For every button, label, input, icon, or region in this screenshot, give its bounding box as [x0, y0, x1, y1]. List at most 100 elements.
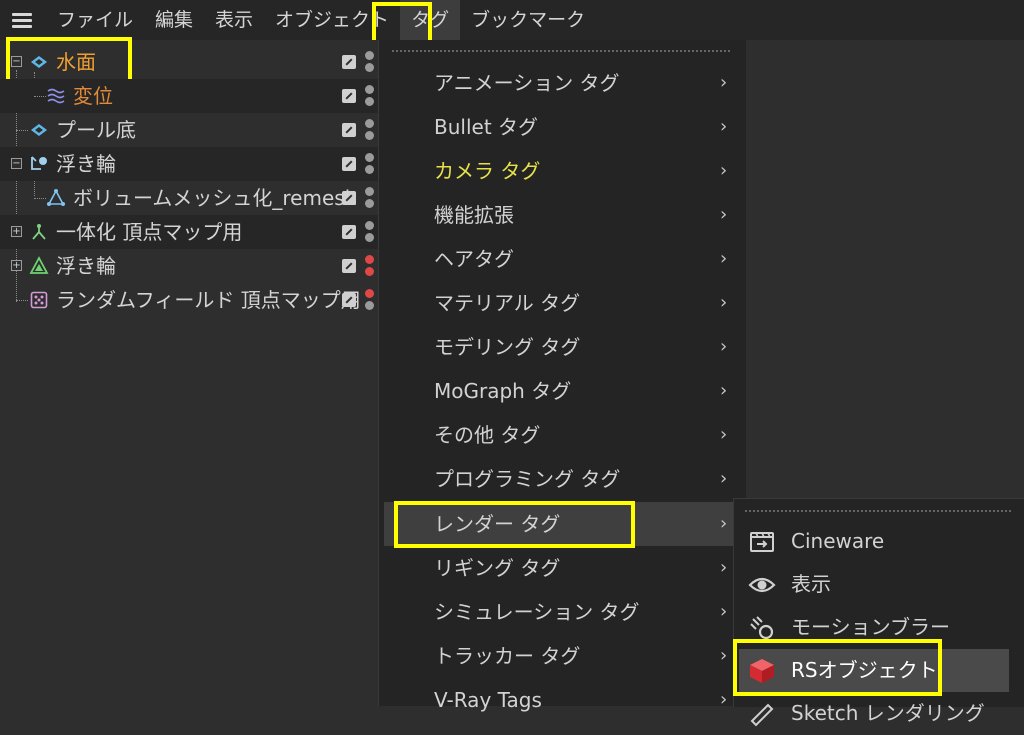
- edit-toggle-icon[interactable]: [342, 293, 356, 307]
- tree-row-float-ring[interactable]: + 浮き輪: [0, 249, 378, 283]
- tree-row-label: ボリュームメッシュ化_remesh: [73, 186, 358, 210]
- menu-file[interactable]: ファイル: [46, 0, 144, 40]
- menu-item-material-tags[interactable]: マテリアル タグ ›: [379, 281, 746, 325]
- redshift-cube-icon: [750, 659, 774, 683]
- menu-tearoff-strip[interactable]: [391, 49, 731, 53]
- menu-tags[interactable]: タグ: [400, 0, 461, 40]
- menu-item-label: マテリアル タグ: [434, 291, 581, 315]
- submenu-item-rs-object[interactable]: RSオブジェクト: [739, 649, 1009, 692]
- menu-item-bullet-tags[interactable]: Bullet タグ ›: [379, 105, 746, 149]
- menu-item-extensions[interactable]: 機能拡張 ›: [379, 193, 746, 237]
- collapse-toggle[interactable]: −: [11, 56, 22, 67]
- render-visibility-dot[interactable]: [365, 63, 374, 72]
- menu-item-label: その他 タグ: [434, 423, 541, 447]
- submenu-item-label: RSオブジェクト: [791, 658, 938, 682]
- menu-item-simulation-tags[interactable]: シミュレーション タグ ›: [379, 590, 746, 634]
- editor-visibility-dot[interactable]: [365, 119, 374, 128]
- editor-visibility-dot[interactable]: [365, 51, 374, 60]
- editor-visibility-dot[interactable]: [365, 255, 374, 264]
- menu-edit[interactable]: 編集: [144, 0, 204, 40]
- menu-object[interactable]: オブジェクト: [264, 0, 400, 40]
- menu-item-label: プログラミング タグ: [434, 467, 621, 491]
- menu-item-label: V-Ray Tags: [434, 688, 542, 712]
- render-visibility-dot[interactable]: [365, 233, 374, 242]
- chevron-right-icon: ›: [720, 645, 728, 666]
- submenu-item-label: Sketch レンダリング: [791, 701, 985, 725]
- menu-item-rigging-tags[interactable]: リギング タグ ›: [379, 546, 746, 590]
- expand-toggle[interactable]: +: [11, 260, 22, 271]
- submenu-item-display[interactable]: 表示: [734, 563, 1024, 606]
- editor-visibility-dot[interactable]: [365, 187, 374, 196]
- cineware-icon: [750, 532, 774, 552]
- chevron-right-icon: ›: [720, 513, 728, 534]
- menu-view[interactable]: 表示: [204, 0, 264, 40]
- tree-row-displacer[interactable]: 変位: [0, 79, 378, 113]
- tree-line: [16, 130, 28, 131]
- menu-item-other-tags[interactable]: その他 タグ ›: [379, 413, 746, 457]
- sketch-render-icon: [750, 703, 774, 727]
- menu-item-programming-tags[interactable]: プログラミング タグ ›: [379, 457, 746, 501]
- tree-row-water-surface[interactable]: − 水面: [0, 45, 378, 79]
- render-visibility-dot[interactable]: [365, 131, 374, 140]
- tree-row-connect-vertex-map[interactable]: + 一体化 頂点マップ用: [0, 215, 378, 249]
- chevron-right-icon: ›: [720, 116, 728, 137]
- render-visibility-dot[interactable]: [365, 301, 374, 310]
- menu-tearoff-strip[interactable]: [744, 509, 1012, 513]
- menu-item-label: シミュレーション タグ: [434, 600, 640, 624]
- editor-visibility-dot[interactable]: [365, 85, 374, 94]
- menu-item-animation-tags[interactable]: アニメーション タグ ›: [379, 61, 746, 105]
- submenu-item-cineware[interactable]: Cineware: [734, 520, 1024, 563]
- editor-visibility-dot[interactable]: [365, 221, 374, 230]
- tree-row-random-field[interactable]: ランダムフィールド 頂点マップ用: [0, 283, 378, 317]
- expand-toggle[interactable]: +: [11, 226, 22, 237]
- edit-toggle-icon[interactable]: [342, 157, 356, 171]
- menu-item-label: リギング タグ: [434, 556, 561, 580]
- editor-visibility-dot[interactable]: [365, 289, 374, 298]
- menu-item-vray-tags[interactable]: V-Ray Tags ›: [379, 678, 746, 722]
- chevron-right-icon: ›: [720, 468, 728, 489]
- submenu-item-motion-blur[interactable]: モーションブラー: [734, 606, 1024, 649]
- menu-item-label: ヘアタグ: [434, 247, 514, 271]
- hamburger-menu-icon[interactable]: [12, 13, 32, 28]
- chevron-right-icon: ›: [720, 160, 728, 181]
- render-visibility-dot[interactable]: [365, 199, 374, 208]
- chevron-right-icon: ›: [720, 72, 728, 93]
- collapse-toggle[interactable]: −: [11, 158, 22, 169]
- submenu-item-sketch-render[interactable]: Sketch レンダリング: [734, 692, 1024, 735]
- edit-toggle-icon[interactable]: [342, 89, 356, 103]
- volume-builder-icon: [31, 156, 47, 170]
- menu-item-modeling-tags[interactable]: モデリング タグ ›: [379, 325, 746, 369]
- connect-object-icon: [32, 224, 46, 240]
- chevron-right-icon: ›: [720, 292, 728, 313]
- tree-row-label: ランダムフィールド 頂点マップ用: [56, 288, 361, 312]
- triangle-generator-icon: [29, 256, 49, 274]
- edit-toggle-icon[interactable]: [342, 123, 356, 137]
- submenu-item-label: 表示: [791, 572, 831, 596]
- menu-item-tracker-tags[interactable]: トラッカー タグ ›: [379, 634, 746, 678]
- edit-toggle-icon[interactable]: [342, 55, 356, 69]
- render-visibility-dot[interactable]: [365, 267, 374, 276]
- menu-item-camera-tags[interactable]: カメラ タグ ›: [379, 149, 746, 193]
- tags-dropdown-menu: アニメーション タグ › Bullet タグ › カメラ タグ › 機能拡張 ›…: [378, 40, 746, 712]
- edit-toggle-icon[interactable]: [342, 259, 356, 273]
- editor-visibility-dot[interactable]: [365, 153, 374, 162]
- submenu-item-label: モーションブラー: [791, 615, 950, 639]
- render-visibility-dot[interactable]: [365, 165, 374, 174]
- tree-row-label: 浮き輪: [56, 254, 116, 278]
- menu-item-label: MoGraph タグ: [434, 379, 572, 403]
- edit-toggle-icon[interactable]: [342, 191, 356, 205]
- edit-toggle-icon[interactable]: [342, 225, 356, 239]
- tree-row-float-ring-null[interactable]: − 浮き輪: [0, 147, 378, 181]
- menu-item-hair-tags[interactable]: ヘアタグ ›: [379, 237, 746, 281]
- menu-bookmarks[interactable]: ブックマーク: [460, 0, 596, 40]
- menu-item-render-tags[interactable]: レンダー タグ ›: [384, 502, 746, 546]
- tree-row-label: 水面: [56, 50, 96, 74]
- motion-blur-icon: [750, 616, 774, 640]
- tree-row-pool-bottom[interactable]: プール底: [0, 113, 378, 147]
- chevron-right-icon: ›: [720, 557, 728, 578]
- chevron-right-icon: ›: [720, 601, 728, 622]
- menu-item-label: 機能拡張: [434, 203, 514, 227]
- tree-row-volume-mesher[interactable]: ボリュームメッシュ化_remesh: [0, 181, 378, 215]
- render-visibility-dot[interactable]: [365, 97, 374, 106]
- menu-item-mograph-tags[interactable]: MoGraph タグ ›: [379, 369, 746, 413]
